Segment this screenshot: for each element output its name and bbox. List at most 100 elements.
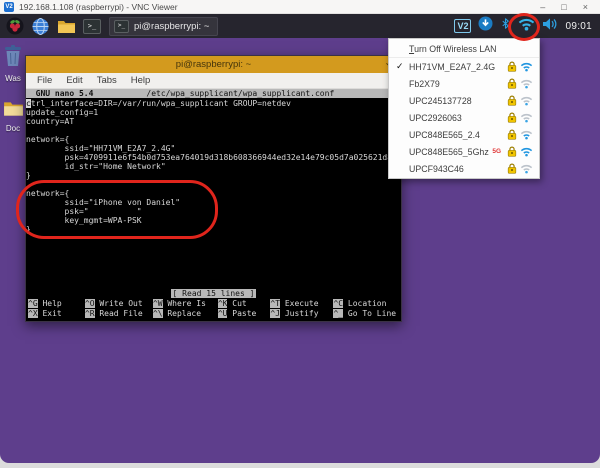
shortcut-label: Read File (95, 309, 143, 318)
nano-version: GNU nano 5.4 (26, 89, 93, 98)
volume-icon[interactable] (542, 17, 558, 36)
nano-shortcuts-row2: ^X Exit^R Read File^\ Replace^U Paste^J … (26, 308, 401, 318)
nano-shortcut: ^_ Go To Line (333, 309, 399, 318)
nano-shortcut: ^\ Replace (153, 309, 218, 318)
wifi-network-name: UPCF943C46 (409, 164, 507, 174)
maximize-button[interactable]: □ (561, 0, 566, 14)
nano-shortcut: ^C Location (333, 299, 399, 308)
checkmark-icon: ✓ (396, 61, 409, 72)
wifi-network-list: ✓HH71VM_E2A7_2.4G Fb2X79 UPC245137728 UP… (389, 58, 539, 177)
taskbar-task-button[interactable]: >_ pi@raspberrypi: ~ (109, 17, 218, 36)
nano-shortcut: ^X Exit (28, 309, 85, 318)
nano-line: key_mgmt=WPA-PSK (26, 216, 401, 225)
nano-line: network={ (26, 189, 401, 198)
terminal-window: pi@raspberrypi: ~ File Edit Tabs Help GNU n… (25, 55, 402, 322)
nano-status-message: [ Read 15 lines ] (26, 289, 401, 298)
menu-edit[interactable]: Edit (66, 75, 82, 86)
terminal-launcher-icon[interactable]: >_ (83, 19, 101, 34)
taskbar: >_ >_ pi@raspberrypi: ~ V2 (0, 14, 600, 38)
terminal-menubar: File Edit Tabs Help (26, 73, 401, 89)
terminal-title: pi@raspberrypi: ~ (26, 59, 401, 70)
shortcut-key: ^J (270, 309, 280, 318)
documents-label: Doc (0, 124, 26, 133)
nano-shortcut: ^W Where Is (153, 299, 218, 308)
nano-line: psk=" " (26, 207, 401, 216)
shortcut-key: ^T (270, 299, 280, 308)
close-button[interactable]: × (583, 0, 588, 14)
raspberry-menu-icon[interactable] (5, 17, 24, 36)
updates-tray-icon[interactable] (478, 16, 493, 36)
wifi-network-item[interactable]: UPCF943C46 (389, 160, 539, 177)
nano-line: psk=4709911e6f54b0d753ea764019d318b60836… (26, 153, 401, 162)
wifi-network-item[interactable]: UPC848E565_5Ghz5G (389, 143, 539, 160)
task-button-label: pi@raspberrypi: ~ (134, 21, 209, 32)
wifi-item-icons (507, 129, 533, 140)
wifi-tray-icon[interactable] (518, 17, 535, 36)
lock-icon (507, 95, 517, 106)
shortcut-label: Help (38, 299, 62, 308)
shortcut-key: ^W (153, 299, 163, 308)
terminal-content[interactable]: GNU nano 5.4 /etc/wpa_supplicant/wpa_sup… (26, 89, 401, 321)
nano-line: id_str="Home Network" (26, 162, 401, 171)
terminal-titlebar[interactable]: pi@raspberrypi: ~ (26, 56, 401, 73)
bluetooth-icon[interactable] (500, 16, 511, 36)
nano-line (26, 126, 401, 135)
wifi-network-item[interactable]: Fb2X79 (389, 75, 539, 92)
shortcut-key: ^C (333, 299, 343, 308)
menu-tabs[interactable]: Tabs (97, 75, 117, 86)
nano-line: ssid="iPhone von Daniel" (26, 198, 401, 207)
vnc-window-title: 192.168.1.108 (raspberrypi) - VNC Viewer (19, 2, 540, 12)
wifi-signal-icon (520, 95, 533, 106)
minimize-button[interactable]: – (540, 0, 545, 14)
menu-file[interactable]: File (37, 75, 52, 86)
lock-icon (507, 61, 517, 72)
nano-body: ctrl_interface=DIR=/var/run/wpa_supplica… (26, 98, 401, 289)
nano-shortcut: ^J Justify (270, 309, 333, 318)
wifi-item-icons (507, 78, 533, 89)
shortcut-key: ^O (85, 299, 95, 308)
task-terminal-icon: >_ (114, 20, 129, 33)
vnc-server-tray-icon[interactable]: V2 (454, 19, 471, 33)
wifi-signal-icon (520, 129, 533, 140)
wifi-network-item[interactable]: ✓HH71VM_E2A7_2.4G (389, 58, 539, 75)
wifi-network-name: UPC848E565_5Ghz (409, 147, 492, 157)
documents-folder-icon (3, 100, 24, 117)
shortcut-label: Where Is (163, 299, 206, 308)
desktop-icon-wastebasket[interactable]: Was (0, 44, 26, 83)
vnc-viewer-window: V2 192.168.1.108 (raspberrypi) - VNC Vie… (0, 0, 600, 468)
desktop-icon-documents[interactable]: Doc (0, 100, 26, 133)
clock: 09:01 (565, 21, 592, 32)
wifi-network-item[interactable]: UPC848E565_2.4 (389, 126, 539, 143)
shortcut-key: ^G (28, 299, 38, 308)
wifi-network-name: HH71VM_E2A7_2.4G (409, 62, 507, 72)
menu-help[interactable]: Help (131, 75, 151, 86)
nano-shortcut: ^T Execute (270, 299, 333, 308)
lock-icon (507, 163, 517, 174)
wifi-network-item[interactable]: UPC2926063 (389, 109, 539, 126)
nano-line: ssid="HH71VM_E2A7_2.4G" (26, 144, 401, 153)
turn-off-wireless-label: Turn Off Wireless LAN (409, 44, 533, 54)
wifi-dropdown-menu: Turn Off Wireless LAN ✓HH71VM_E2A7_2.4G … (388, 38, 540, 179)
shortcut-label: Justify (280, 309, 319, 318)
nano-header: GNU nano 5.4 /etc/wpa_supplicant/wpa_sup… (26, 89, 401, 98)
nano-line (26, 180, 401, 189)
system-tray: V2 (454, 16, 600, 36)
file-manager-icon[interactable] (57, 17, 76, 36)
wifi-network-item[interactable]: UPC245137728 (389, 92, 539, 109)
wastebasket-label: Was (0, 74, 26, 83)
5g-badge: 5G (492, 148, 501, 155)
shortcut-label: Paste (227, 309, 256, 318)
wifi-item-icons (507, 61, 533, 72)
web-browser-icon[interactable] (31, 17, 50, 36)
wifi-network-name: UPC245137728 (409, 96, 507, 106)
shortcut-label: Location (343, 299, 386, 308)
nano-line: } (26, 225, 401, 234)
nano-line: ctrl_interface=DIR=/var/run/wpa_supplica… (26, 99, 401, 108)
lock-icon (507, 78, 517, 89)
wifi-item-icons (507, 95, 533, 106)
nano-line: network={ (26, 135, 401, 144)
wifi-signal-icon (520, 163, 533, 174)
shortcut-label: Write Out (95, 299, 143, 308)
turn-off-wireless-item[interactable]: Turn Off Wireless LAN (389, 40, 539, 58)
lock-icon (507, 129, 517, 140)
